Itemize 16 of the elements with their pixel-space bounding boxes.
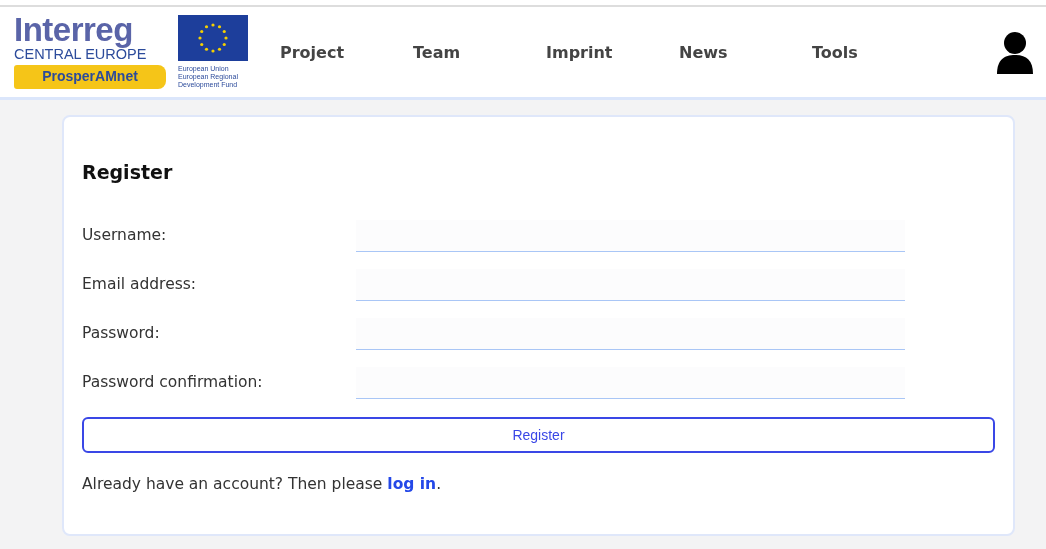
nav-link[interactable]: Team — [403, 42, 536, 62]
eu-flag-icon — [178, 15, 248, 61]
form-title: Register — [82, 161, 174, 183]
login-prompt: Already have an account? Then please log in. — [82, 475, 443, 493]
nav-link[interactable]: Imprint — [536, 42, 669, 62]
field-label: Username: — [82, 226, 168, 246]
nav-link[interactable]: Tools — [802, 42, 935, 62]
register-button[interactable]: Register — [82, 417, 995, 453]
project-label: ProsperAMnet — [14, 65, 166, 89]
field-label: Password confirmation: — [82, 373, 264, 393]
login-link[interactable]: log in — [387, 475, 437, 493]
nav-link[interactable]: Project — [270, 42, 403, 62]
nav-link[interactable]: News — [669, 42, 802, 62]
field-label: Email address: — [82, 275, 198, 295]
field-label: Password: — [82, 324, 161, 344]
user-icon[interactable] — [996, 30, 1034, 74]
